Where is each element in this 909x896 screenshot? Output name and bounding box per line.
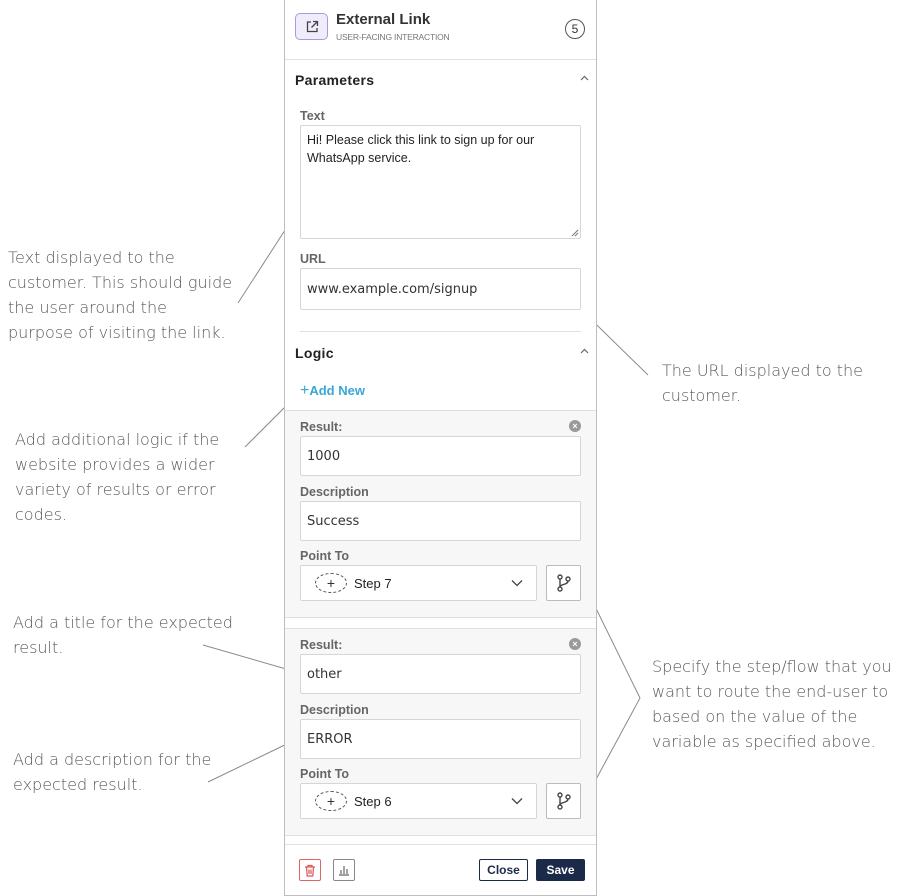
chevron-up-icon[interactable] bbox=[580, 74, 589, 83]
result-label: Result: bbox=[300, 420, 343, 434]
result-value: 1000 bbox=[307, 448, 341, 464]
plus-icon: + bbox=[300, 382, 310, 399]
close-button[interactable]: Close bbox=[479, 859, 528, 881]
url-field[interactable]: www.example.com/signup bbox=[300, 268, 581, 310]
result-input[interactable]: other bbox=[300, 654, 581, 694]
step-number-badge: 5 bbox=[565, 19, 585, 39]
text-field[interactable]: Hi! Please click this link to sign up fo… bbox=[300, 125, 581, 239]
result-input[interactable]: 1000 bbox=[300, 436, 581, 476]
delete-button[interactable] bbox=[299, 859, 321, 881]
chevron-down-icon bbox=[511, 580, 523, 587]
analytics-button[interactable] bbox=[333, 859, 355, 881]
point-to-label: Point To bbox=[300, 549, 350, 563]
annotation-url-field: The URL displayed to the customer. bbox=[662, 361, 863, 405]
branch-icon bbox=[556, 574, 571, 592]
panel-footer: Close Save bbox=[285, 844, 596, 895]
text-field-value: Hi! Please click this link to sign up fo… bbox=[307, 133, 535, 165]
point-to-select[interactable]: + Step 7 bbox=[300, 565, 537, 601]
annotation-result-description: Add a description for the expected resul… bbox=[13, 750, 212, 794]
point-to-value: Step 7 bbox=[354, 576, 392, 591]
add-step-icon: + bbox=[315, 573, 347, 593]
panel-subtitle: USER-FACING INTERACTION bbox=[336, 32, 450, 42]
logic-result-card: Result: × other Description ERROR Point … bbox=[285, 628, 596, 836]
panel-header: External Link USER-FACING INTERACTION 5 bbox=[285, 0, 596, 60]
logic-section-title: Logic bbox=[295, 345, 334, 361]
url-field-value: www.example.com/signup bbox=[307, 281, 478, 297]
point-to-label: Point To bbox=[300, 767, 350, 781]
logic-result-card: Result: × 1000 Description Success Point… bbox=[285, 410, 596, 618]
chevron-down-icon bbox=[511, 798, 523, 805]
save-button[interactable]: Save bbox=[536, 859, 585, 881]
panel-title: External Link bbox=[336, 11, 431, 28]
branch-flow-button[interactable] bbox=[546, 783, 581, 819]
external-link-icon bbox=[295, 13, 328, 40]
annotation-text-field: Text displayed to the customer. This sho… bbox=[8, 248, 233, 342]
annotation-logic: Add additional logic if the website prov… bbox=[15, 430, 220, 524]
external-link-panel: External Link USER-FACING INTERACTION 5 … bbox=[284, 0, 597, 896]
parameters-section-title: Parameters bbox=[295, 72, 375, 88]
branch-icon bbox=[556, 792, 571, 810]
leader-line-description bbox=[207, 740, 294, 783]
url-field-label: URL bbox=[300, 252, 326, 266]
remove-result-icon[interactable]: × bbox=[569, 638, 581, 650]
point-to-value: Step 6 bbox=[354, 794, 392, 809]
add-new-label: Add New bbox=[309, 383, 365, 398]
description-input[interactable]: ERROR bbox=[300, 719, 581, 759]
annotation-result-title: Add a title for the expected result. bbox=[13, 613, 233, 657]
bar-chart-icon bbox=[339, 866, 349, 876]
remove-result-icon[interactable]: × bbox=[569, 420, 581, 432]
section-divider bbox=[300, 331, 581, 332]
add-new-logic-button[interactable]: +Add New bbox=[300, 382, 365, 400]
description-value: Success bbox=[307, 513, 360, 529]
text-field-label: Text bbox=[300, 109, 325, 123]
description-input[interactable]: Success bbox=[300, 501, 581, 541]
result-label: Result: bbox=[300, 638, 343, 652]
resize-handle-icon[interactable] bbox=[571, 229, 579, 237]
branch-flow-button[interactable] bbox=[546, 565, 581, 601]
point-to-select[interactable]: + Step 6 bbox=[300, 783, 537, 819]
trash-icon bbox=[305, 864, 315, 877]
add-step-icon: + bbox=[315, 791, 347, 811]
description-label: Description bbox=[300, 485, 369, 499]
description-label: Description bbox=[300, 703, 369, 717]
result-value: other bbox=[307, 666, 342, 682]
description-value: ERROR bbox=[307, 731, 353, 747]
annotation-point-to: Specify the step/flow that you want to r… bbox=[652, 657, 892, 751]
chevron-up-icon[interactable] bbox=[580, 347, 589, 356]
